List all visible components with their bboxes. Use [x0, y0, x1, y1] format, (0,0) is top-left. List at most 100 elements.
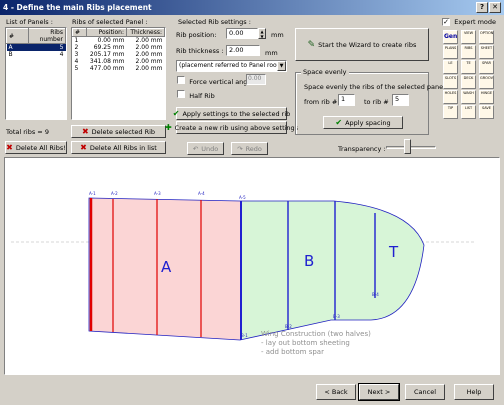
- tool-slots-icon[interactable]: SLOTS: [443, 75, 458, 89]
- transparency-slider-track[interactable]: [386, 146, 436, 149]
- rib-row[interactable]: 1 0.00 mm 2.00 mm: [73, 37, 165, 44]
- delete-all-ribs-in-list-button[interactable]: ✖ Delete All Ribs in list: [71, 141, 166, 154]
- to-rib-label: to rib #: [364, 98, 389, 106]
- ribs-header-thickness[interactable]: Thickness:: [125, 28, 166, 37]
- tool-tip-icon[interactable]: TIP: [443, 105, 458, 119]
- rib-thickness: 2.00 mm: [135, 44, 163, 51]
- tool-deck-icon[interactable]: DECK: [461, 75, 476, 89]
- rib-position-unit: mm: [271, 31, 284, 39]
- undo-icon: ↶: [192, 144, 199, 153]
- rib-position: 69.25 mm: [93, 44, 125, 51]
- panels-header-ribs[interactable]: Ribs number: [28, 28, 66, 44]
- panel-a-label: A: [161, 258, 172, 276]
- rib-position: 477.00 mm: [89, 65, 125, 72]
- transparency-label: Transparency :: [338, 145, 386, 153]
- placement-select[interactable]: (placement referred to Panel root) ▼: [176, 60, 287, 72]
- settings-title: Selected Rib settings :: [178, 18, 251, 26]
- from-rib-input[interactable]: 1: [338, 94, 355, 106]
- transparency-slider-thumb[interactable]: [404, 139, 411, 154]
- cancel-button[interactable]: Cancel: [405, 384, 445, 400]
- ribs-header-position[interactable]: Position:: [86, 28, 127, 37]
- start-wizard-button[interactable]: ✎ Start the Wizard to create ribs: [295, 28, 429, 61]
- help-button[interactable]: Help: [454, 384, 494, 400]
- tool-holes-icon[interactable]: HOLES: [443, 90, 458, 104]
- tool-ribs-icon[interactable]: RIBS: [461, 45, 476, 59]
- apply-settings-button[interactable]: ✔ Apply settings to the selected rib: [172, 107, 290, 120]
- space-evenly-title: Space evenly: [301, 68, 349, 76]
- from-rib-label: from rib #: [304, 98, 338, 106]
- wing-drawing: A B T A-1 A-2 A-3 A-4 A-5 B-1 B-2 B-3 B-…: [11, 191, 475, 356]
- title-bar: 4 - Define the main Ribs placement: [0, 0, 504, 15]
- close-button[interactable]: ✕: [489, 2, 501, 13]
- tool-view-icon[interactable]: VIEW: [461, 30, 476, 44]
- tool-sheet-icon[interactable]: SHEET: [479, 45, 494, 59]
- tool-wash-icon[interactable]: WASH: [461, 90, 476, 104]
- next-button[interactable]: Next >: [358, 383, 400, 401]
- construction-note-line3: - add bottom spar: [261, 348, 324, 356]
- redo-button[interactable]: ↷ Redo: [231, 142, 268, 155]
- rib-thickness: 2.00 mm: [135, 51, 163, 58]
- panel-name: A: [8, 44, 13, 51]
- create-rib-button[interactable]: ✚ Create a new rib using above settings: [165, 121, 298, 134]
- apply-spacing-button[interactable]: ✔ Apply spacing: [323, 116, 403, 129]
- panels-header-num[interactable]: #: [6, 28, 29, 44]
- rib-thickness: 2.00 mm: [135, 65, 163, 72]
- tool-te-icon[interactable]: TE: [461, 60, 476, 74]
- construction-note-line2: - lay out bottom sheeting: [261, 339, 350, 347]
- rib-tag: A-5: [239, 195, 246, 200]
- tool-save-icon[interactable]: SAVE: [479, 105, 494, 119]
- delete-selected-rib-button[interactable]: ✖ Delete selected Rib: [71, 125, 166, 138]
- panels-list[interactable]: # Ribs number A 5 B 4: [5, 27, 67, 120]
- rib-row[interactable]: 3 205.17 mm 2.00 mm: [73, 51, 165, 58]
- to-rib-input[interactable]: 5: [392, 94, 409, 106]
- force-angle-input[interactable]: 0.00: [246, 74, 266, 85]
- ribs-header-num[interactable]: #: [72, 28, 87, 37]
- rib-num: 5: [74, 65, 79, 72]
- expert-mode-checkbox[interactable]: ✓ Expert mode: [442, 18, 496, 26]
- rib-position: 0.00 mm: [97, 37, 125, 44]
- rib-row[interactable]: 2 69.25 mm 2.00 mm: [73, 44, 165, 51]
- rib-tag: B-2: [285, 324, 292, 329]
- half-rib-checkbox[interactable]: Half Rib: [177, 90, 215, 100]
- tool-hinge-icon[interactable]: HINGE: [479, 90, 494, 104]
- rib-thickness: 2.00 mm: [135, 58, 163, 65]
- rib-tag: B-3: [333, 314, 340, 319]
- back-button[interactable]: < Back: [316, 384, 356, 400]
- tool-list-icon[interactable]: LIST: [461, 105, 476, 119]
- panel-row[interactable]: B 4: [7, 51, 66, 58]
- tool-gen-icon[interactable]: Gen: [443, 30, 458, 44]
- help-title-button[interactable]: ?: [476, 2, 488, 13]
- construction-note-line1: Wing Construction (two halves): [261, 330, 371, 338]
- chevron-down-icon[interactable]: ▼: [277, 61, 286, 71]
- wand-icon: ✎: [307, 39, 316, 50]
- space-evenly-desc: Space evenly the ribs of the selected pa…: [304, 83, 445, 91]
- undo-button[interactable]: ↶ Undo: [187, 142, 224, 155]
- rib-row[interactable]: 5 477.00 mm 2.00 mm: [73, 65, 165, 72]
- delete-all-ribs-button[interactable]: ✖ Delete All Ribs!: [5, 141, 67, 154]
- rib-num: 4: [74, 58, 79, 65]
- ribs-list[interactable]: # Position: Thickness: 1 0.00 mm 2.00 mm 2…: [71, 27, 166, 120]
- panel-row-selected[interactable]: A 5: [6, 43, 66, 51]
- tool-plans-icon[interactable]: PLANS: [443, 45, 458, 59]
- rib-num: 3: [74, 51, 79, 58]
- rib-thickness-input[interactable]: 2.00: [226, 45, 260, 56]
- rib-position-spinner[interactable]: ▲ ▼: [258, 28, 266, 39]
- rib-row[interactable]: 4 341.08 mm 2.00 mm: [73, 58, 165, 65]
- rib-position-input[interactable]: 0.00: [226, 28, 258, 39]
- rib-tag: B-4: [372, 292, 379, 297]
- window-title: 4 - Define the main Ribs placement: [3, 3, 152, 12]
- tool-spar-icon[interactable]: SPAR: [479, 60, 494, 74]
- redo-icon: ↷: [237, 144, 243, 153]
- rib-tag: A-1: [89, 191, 96, 196]
- panels-label: List of Panels :: [6, 18, 53, 26]
- panel-b-label: B: [304, 252, 314, 270]
- tool-options-icon[interactable]: OPTIONS: [479, 30, 494, 44]
- drawing-canvas[interactable]: A B T A-1 A-2 A-3 A-4 A-5 B-1 B-2 B-3 B-…: [4, 157, 500, 375]
- delete-icon: ✖: [81, 127, 89, 136]
- rib-position: 205.17 mm: [89, 51, 125, 58]
- tool-le-icon[interactable]: LE: [443, 60, 458, 74]
- tool-groove-icon[interactable]: GROOVE: [479, 75, 494, 89]
- checkmark-icon: ✔: [172, 109, 180, 118]
- rib-tag: A-2: [111, 191, 118, 196]
- rib-position: 341.08 mm: [89, 58, 125, 65]
